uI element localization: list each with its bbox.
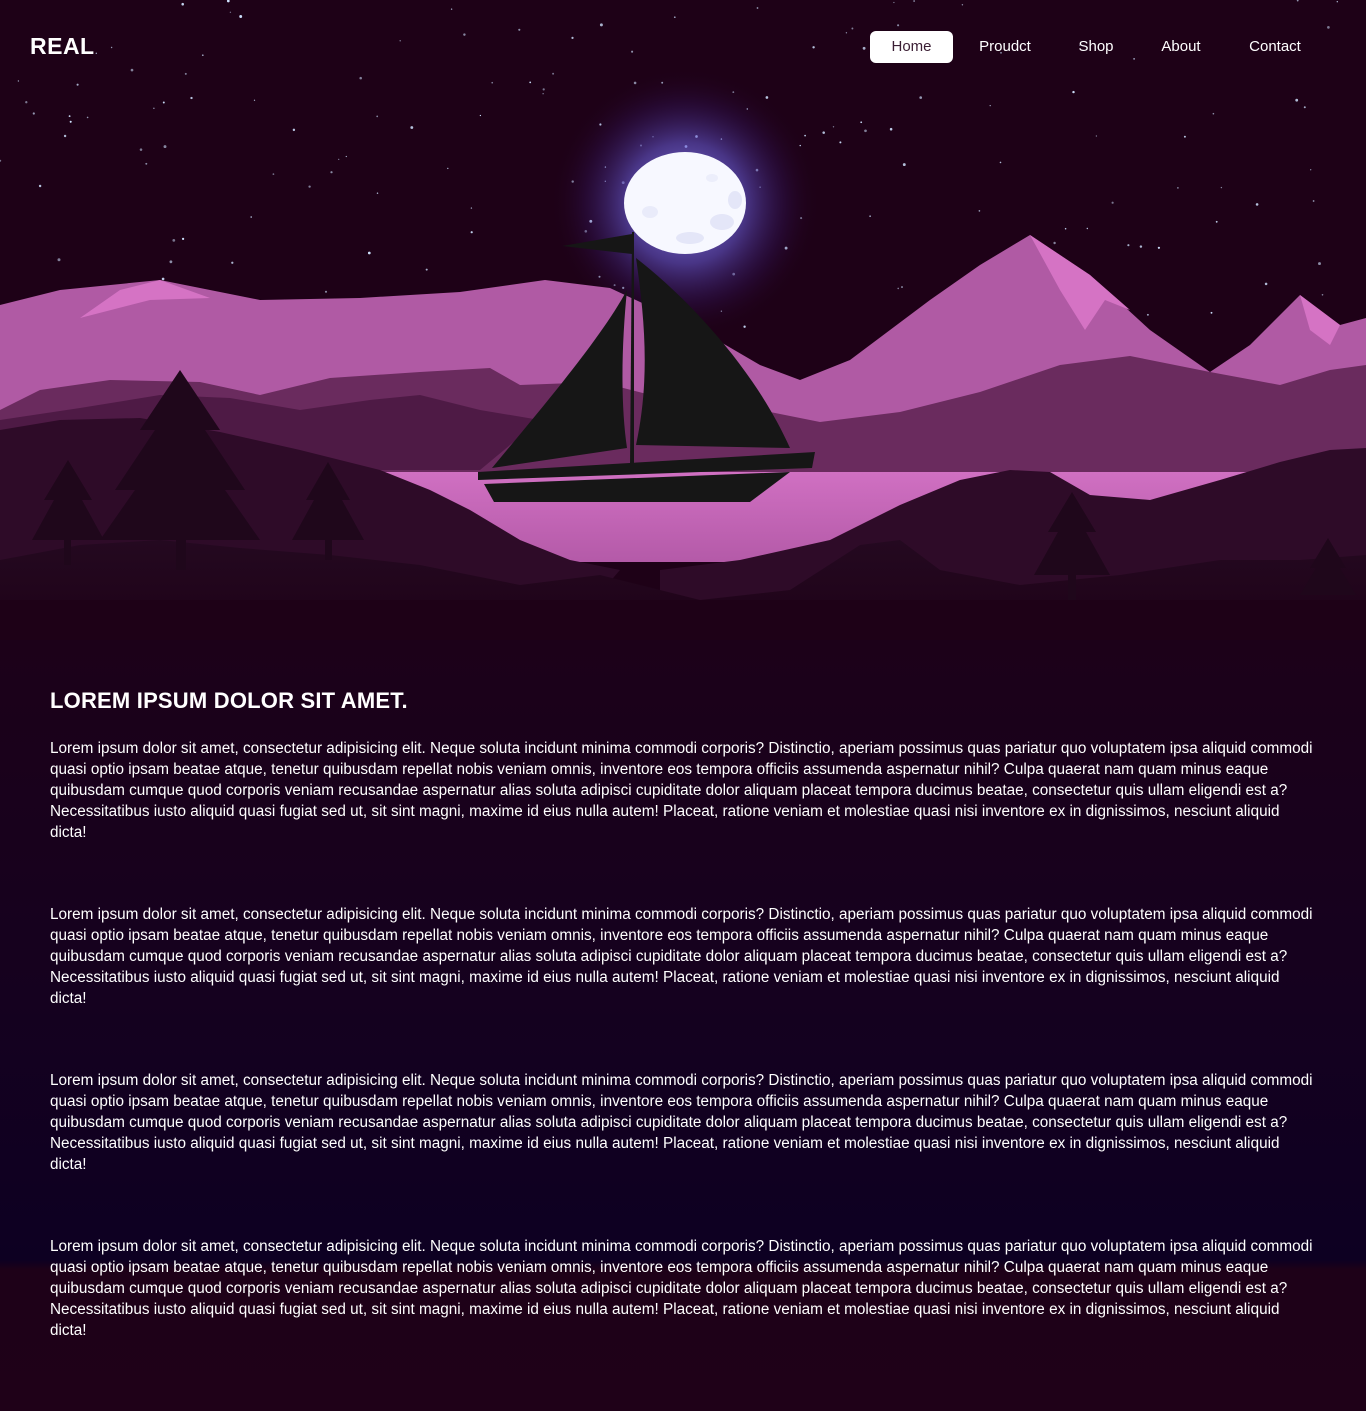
star — [1053, 241, 1056, 245]
star — [743, 325, 746, 328]
navbar: REAL Home Proudct Shop About Contact — [0, 0, 1366, 95]
star — [1157, 246, 1161, 249]
star — [822, 131, 825, 134]
star — [1321, 293, 1324, 296]
star — [839, 141, 842, 144]
star — [1183, 135, 1186, 138]
star — [1310, 169, 1312, 171]
star — [1127, 244, 1130, 247]
star — [902, 163, 906, 167]
star — [345, 155, 347, 158]
star — [330, 171, 333, 174]
star — [68, 115, 71, 118]
hero-section — [0, 0, 1366, 640]
moon-icon — [624, 152, 746, 254]
star — [86, 116, 89, 119]
star — [1146, 313, 1149, 316]
nav-home[interactable]: Home — [870, 31, 953, 63]
star — [250, 216, 253, 218]
star — [231, 261, 234, 264]
star — [869, 215, 871, 217]
nav-contact[interactable]: Contact — [1227, 31, 1323, 63]
star — [272, 173, 275, 175]
star — [978, 210, 981, 212]
star — [190, 96, 193, 100]
star — [25, 101, 28, 104]
logo[interactable]: REAL — [30, 33, 95, 60]
star — [1210, 311, 1213, 314]
star — [169, 260, 173, 264]
star — [63, 134, 67, 138]
star — [162, 101, 165, 104]
nav-about[interactable]: About — [1135, 31, 1227, 63]
star — [889, 127, 893, 131]
star — [832, 126, 835, 128]
star — [919, 96, 923, 99]
page-title: LOREM IPSUM DOLOR SIT AMET. — [50, 688, 408, 713]
nav-shop[interactable]: Shop — [1057, 31, 1135, 63]
star — [69, 120, 72, 123]
star — [1318, 262, 1321, 266]
star — [324, 290, 328, 293]
star — [1215, 220, 1218, 223]
star — [32, 112, 35, 115]
star — [901, 286, 903, 288]
star — [139, 148, 143, 151]
star — [425, 268, 428, 271]
star — [447, 167, 449, 170]
star — [1139, 245, 1143, 248]
star — [1255, 203, 1259, 206]
paragraph: Lorem ipsum dolor sit amet, consectetur … — [50, 906, 1313, 1007]
star — [479, 114, 482, 117]
star — [989, 104, 991, 107]
star — [1303, 106, 1306, 109]
paragraph: Lorem ipsum dolor sit amet, consectetur … — [50, 1238, 1313, 1339]
hero-illustration — [0, 0, 1366, 640]
star — [410, 126, 414, 129]
star — [172, 239, 176, 242]
main-content: LOREM IPSUM DOLOR SIT AMET. Lorem ipsum … — [50, 688, 1316, 1339]
star — [1220, 186, 1223, 189]
page: REAL Home Proudct Shop About Contact LOR… — [0, 0, 1366, 1411]
star — [470, 231, 473, 234]
star — [1064, 227, 1067, 230]
nav-links: Home Proudct Shop About Contact — [870, 31, 1323, 63]
star — [470, 207, 473, 209]
paragraph: Lorem ipsum dolor sit amet, consectetur … — [50, 1072, 1313, 1173]
star — [1312, 200, 1315, 202]
star — [57, 258, 61, 262]
star — [153, 107, 155, 109]
star — [999, 161, 1002, 164]
star — [145, 162, 148, 165]
star — [1086, 227, 1088, 230]
star — [860, 121, 863, 124]
star — [804, 134, 806, 137]
star — [1295, 98, 1299, 102]
star — [1095, 135, 1098, 137]
star — [367, 251, 371, 255]
star — [161, 277, 165, 281]
star — [292, 128, 296, 132]
star — [1264, 282, 1268, 286]
star — [253, 99, 256, 101]
star — [897, 287, 899, 290]
nav-product[interactable]: Proudct — [953, 31, 1057, 63]
star — [376, 115, 379, 118]
star — [163, 145, 167, 149]
star — [181, 237, 185, 241]
star — [1111, 201, 1114, 204]
star — [864, 129, 867, 133]
paragraph: Lorem ipsum dolor sit amet, consectetur … — [50, 740, 1313, 841]
star — [1212, 112, 1215, 115]
star — [338, 158, 340, 161]
hero-base — [0, 600, 1366, 640]
star — [1177, 187, 1179, 189]
star — [308, 185, 311, 188]
star — [38, 184, 42, 188]
star — [376, 192, 379, 194]
